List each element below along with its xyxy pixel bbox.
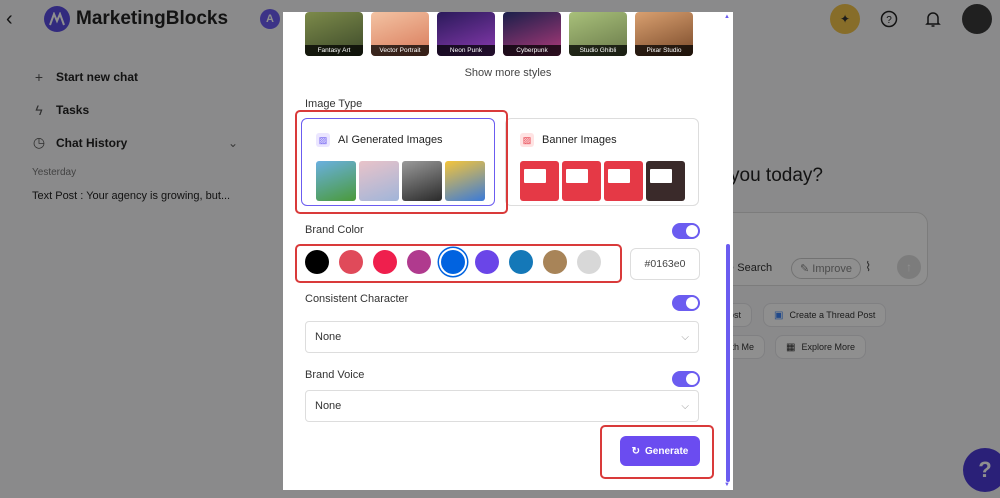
- brand-color-toggle[interactable]: [672, 223, 700, 239]
- image-type-option-label: AI Generated Images: [338, 134, 443, 146]
- sample-thumbnail: [445, 161, 485, 201]
- select-value: None: [315, 331, 342, 343]
- sample-thumbnail: [520, 161, 559, 201]
- style-card-studio-ghibli[interactable]: Studio Ghibli: [569, 12, 627, 56]
- ai-sample-thumbnails: [316, 161, 485, 201]
- color-swatch-coral[interactable]: [339, 250, 363, 274]
- style-label: Neon Punk: [437, 45, 495, 56]
- generate-button[interactable]: ↻ Generate: [620, 436, 700, 466]
- generate-label: Generate: [645, 445, 689, 457]
- show-more-styles-link[interactable]: Show more styles: [283, 67, 733, 79]
- sample-thumbnail: [316, 161, 356, 201]
- brand-voice-select[interactable]: None ⌵: [305, 390, 699, 422]
- sample-thumbnail: [402, 161, 442, 201]
- image-type-ai-generated[interactable]: ▨ AI Generated Images: [301, 118, 495, 206]
- brand-color-swatches: [305, 250, 601, 274]
- color-swatch-magenta[interactable]: [407, 250, 431, 274]
- color-swatch-black[interactable]: [305, 250, 329, 274]
- style-label: Pixar Studio: [635, 45, 693, 56]
- image-type-label: Image Type: [305, 98, 363, 110]
- refresh-icon: ↻: [631, 445, 641, 457]
- image-type-option-label: Banner Images: [542, 134, 617, 146]
- style-label: Vector Portrait: [371, 45, 429, 56]
- style-label: Studio Ghibli: [569, 45, 627, 56]
- style-card-pixar-studio[interactable]: Pixar Studio: [635, 12, 693, 56]
- brand-voice-label: Brand Voice: [305, 369, 365, 381]
- style-label: Fantasy Art: [305, 45, 363, 56]
- sample-thumbnail: [562, 161, 601, 201]
- color-swatch-blue-selected[interactable]: [441, 250, 465, 274]
- scroll-up-arrow-icon[interactable]: ▲: [724, 14, 730, 20]
- color-swatch-purple[interactable]: [475, 250, 499, 274]
- banner-sample-thumbnails: [520, 161, 685, 201]
- brand-color-label: Brand Color: [305, 224, 364, 236]
- style-card-cyberpunk[interactable]: Cyberpunk: [503, 12, 561, 56]
- banner-image-icon: ▨: [520, 133, 534, 147]
- sample-thumbnail: [359, 161, 399, 201]
- brand-voice-toggle[interactable]: [672, 371, 700, 387]
- style-card-vector-portrait[interactable]: Vector Portrait: [371, 12, 429, 56]
- image-settings-modal: Fantasy Art Vector Portrait Neon Punk Cy…: [283, 12, 733, 490]
- modal-scrollbar[interactable]: [726, 244, 730, 482]
- color-swatch-tan[interactable]: [543, 250, 567, 274]
- color-swatch-teal-blue[interactable]: [509, 250, 533, 274]
- select-value: None: [315, 400, 342, 412]
- hex-color-input[interactable]: #0163e0: [630, 248, 700, 280]
- chevron-down-icon: ⌵: [681, 400, 689, 412]
- sample-thumbnail: [604, 161, 643, 201]
- scroll-down-arrow-icon[interactable]: ▼: [724, 482, 730, 488]
- style-card-neon-punk[interactable]: Neon Punk: [437, 12, 495, 56]
- consistent-character-select[interactable]: None ⌵: [305, 321, 699, 353]
- consistent-character-toggle[interactable]: [672, 295, 700, 311]
- image-type-banner[interactable]: ▨ Banner Images: [505, 118, 699, 206]
- consistent-character-label: Consistent Character: [305, 293, 409, 305]
- image-icon: ▨: [316, 133, 330, 147]
- style-label: Cyberpunk: [503, 45, 561, 56]
- sample-thumbnail: [646, 161, 685, 201]
- style-gallery: Fantasy Art Vector Portrait Neon Punk Cy…: [305, 12, 693, 56]
- chevron-down-icon: ⌵: [681, 331, 689, 343]
- style-card-fantasy-art[interactable]: Fantasy Art: [305, 12, 363, 56]
- color-swatch-light-gray[interactable]: [577, 250, 601, 274]
- color-swatch-red[interactable]: [373, 250, 397, 274]
